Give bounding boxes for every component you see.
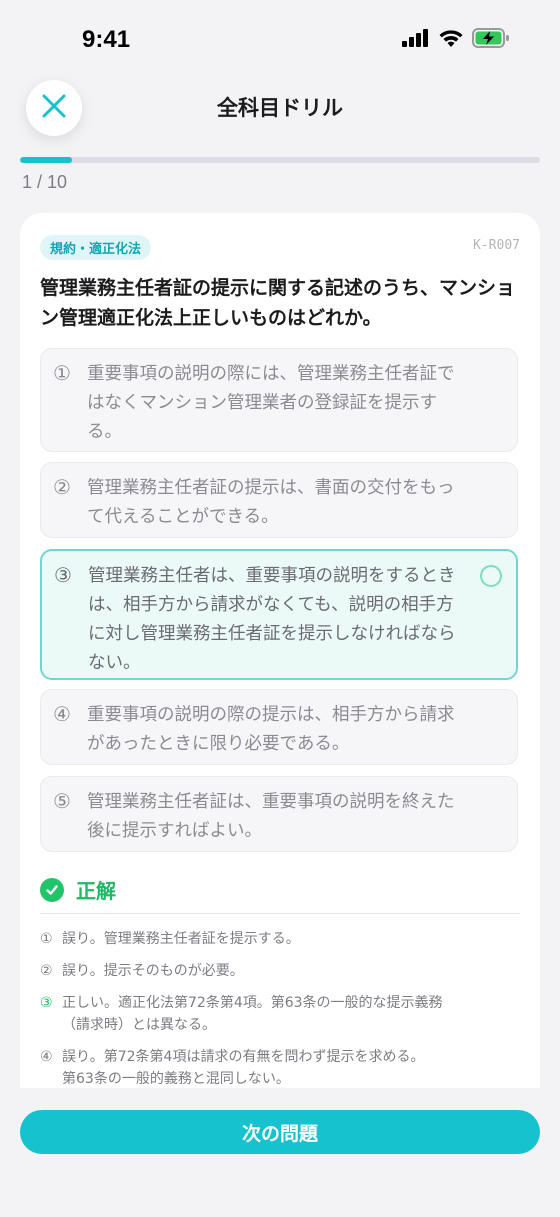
option-4[interactable]: ④ 重要事項の説明の際の提示は、相手方から請求があったときに限り必要である。 — [40, 689, 518, 765]
option-text: 管理業務主任者証は、重要事項の説明を終えた後に提示すればよい。 — [87, 792, 455, 841]
explanation-number: ③ — [40, 995, 53, 1011]
explanation-text-cont: （請求時）とは異なる。 — [62, 1017, 216, 1033]
question-card: 規約・適正化法 K-R007 管理業務主任者証の提示に関する記述のうち、マンショ… — [20, 213, 540, 1113]
cellular-signal-icon — [402, 29, 430, 47]
battery-charging-icon — [472, 28, 510, 48]
explanation-text: 正しい。適正化法第72条第4項。第63条の一般的な提示義務 — [62, 995, 443, 1011]
divider — [40, 913, 520, 914]
explanation-number: ① — [40, 931, 53, 947]
progress-text: 1 / 10 — [22, 172, 68, 192]
option-text: 重要事項の説明の際には、管理業務主任者証ではなくマンション管理業者の登録証を提示… — [87, 364, 455, 442]
option-number: ② — [53, 475, 71, 499]
option-number: ⑤ — [53, 789, 71, 813]
explanation-item: ③ 正しい。適正化法第72条第4項。第63条の一般的な提示義務 （請求時）とは異な… — [40, 992, 510, 1036]
explanation-item: ② 誤り。提示そのものが必要。 — [40, 960, 510, 982]
option-number: ① — [53, 361, 71, 385]
question-text: 管理業務主任者証の提示に関する記述のうち、マンション管理適正化法上正しいものはど… — [40, 277, 516, 329]
page-title: 全科目ドリル — [217, 96, 343, 120]
status-bar: 9:41 — [0, 0, 560, 80]
explanation-number: ② — [40, 963, 53, 979]
option-1[interactable]: ① 重要事項の説明の際には、管理業務主任者証ではなくマンション管理業者の登録証を… — [40, 348, 518, 452]
result-label: 正解 — [76, 879, 116, 903]
question-id: K-R007 — [473, 238, 520, 253]
option-text: 管理業務主任者は、重要事項の説明をするときは、相手方から請求がなくても、説明の相… — [88, 566, 456, 673]
option-text: 重要事項の説明の際の提示は、相手方から請求があったときに限り必要である。 — [87, 705, 455, 754]
status-time: 9:41 — [82, 26, 131, 53]
result-indicator: 正解 — [40, 875, 116, 904]
option-number: ③ — [54, 563, 72, 587]
option-number: ④ — [53, 702, 71, 726]
explanation-item: ④ 誤り。第72条第4項は請求の有無を問わず提示を求める。 第63条の一般的義務と… — [40, 1046, 510, 1090]
progress-fill — [20, 157, 72, 163]
option-text: 管理業務主任者証の提示は、書面の交付をもって代えることができる。 — [87, 478, 455, 527]
explanation-text: 誤り。提示そのものが必要。 — [62, 963, 244, 979]
explanation-text-cont: 第63条の一般的義務と混同しない。 — [62, 1071, 290, 1087]
correct-circle-icon — [480, 565, 502, 587]
wifi-icon — [438, 28, 464, 48]
explanation-text: 誤り。第72条第4項は請求の有無を問わず提示を求める。 — [62, 1049, 425, 1065]
category-tag: 規約・適正化法 — [40, 235, 152, 260]
check-circle-icon — [40, 877, 64, 902]
explanation-text: 誤り。管理業務主任者証を提示する。 — [62, 931, 300, 947]
explanation-number: ④ — [40, 1049, 53, 1065]
next-question-button[interactable]: 次の問題 — [20, 1110, 540, 1154]
explanation-item: ① 誤り。管理業務主任者証を提示する。 — [40, 928, 510, 950]
status-icons — [402, 28, 510, 48]
option-3[interactable]: ③ 管理業務主任者は、重要事項の説明をするときは、相手方から請求がなくても、説明… — [40, 549, 518, 680]
progress-bar — [20, 157, 540, 163]
option-5[interactable]: ⑤ 管理業務主任者証は、重要事項の説明を終えた後に提示すればよい。 — [40, 776, 518, 852]
option-2[interactable]: ② 管理業務主任者証の提示は、書面の交付をもって代えることができる。 — [40, 462, 518, 538]
